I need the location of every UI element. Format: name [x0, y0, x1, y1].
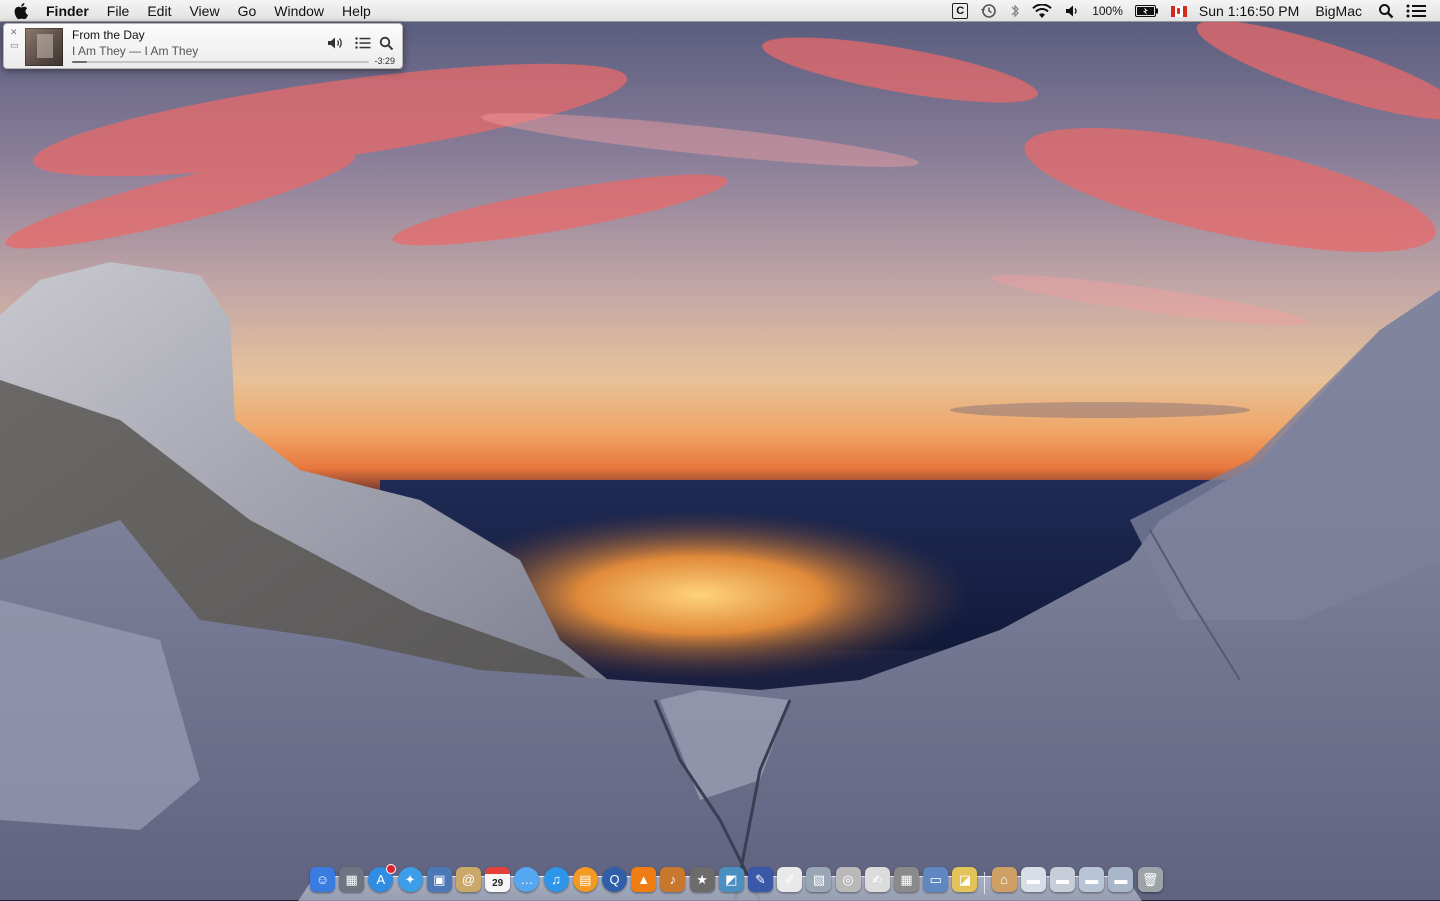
system-info-icon[interactable]: ▭ [923, 867, 949, 892]
volume-button[interactable] [327, 35, 345, 51]
imovie-icon[interactable]: ★ [689, 867, 715, 892]
progress-bar[interactable] [72, 61, 369, 63]
desktop-wallpaper [0, 0, 1440, 900]
c-app-icon: C [952, 3, 969, 19]
c-app-menu-extra[interactable]: C [946, 0, 974, 22]
battery-percent[interactable]: 100% [1086, 0, 1129, 22]
instruments-icon[interactable]: ✎ [748, 867, 773, 892]
menu-help[interactable]: Help [333, 0, 380, 22]
utilities-stack-icon[interactable]: ▬ [1108, 867, 1134, 892]
safari-icon[interactable]: ✦ [397, 867, 423, 892]
dvd-player-icon[interactable]: ◎ [835, 867, 861, 892]
app-store-icon[interactable]: A [368, 864, 397, 892]
progress-fill [72, 61, 87, 63]
menu-go[interactable]: Go [229, 0, 266, 22]
contacts-icon[interactable]: @ [456, 867, 481, 892]
bluetooth-icon[interactable] [1004, 0, 1026, 22]
itunes-icon[interactable]: ♫ [543, 867, 569, 892]
finder-icon[interactable]: ☺ [310, 867, 335, 892]
menu-clock[interactable]: Sun 1:16:50 PM [1193, 0, 1305, 22]
downloads-stack-icon[interactable]: ▬ [1050, 867, 1075, 892]
menu-edit[interactable]: Edit [138, 0, 180, 22]
textedit-icon[interactable]: ✐ [777, 867, 803, 892]
menu-window[interactable]: Window [265, 0, 333, 22]
search-icon [379, 36, 393, 50]
script-editor-icon[interactable]: ✍ [864, 867, 890, 892]
photo-viewer-icon[interactable]: ▧ [806, 867, 832, 892]
menu-view[interactable]: View [180, 0, 228, 22]
garageband-icon[interactable]: ♪ [660, 867, 686, 892]
volume-icon[interactable] [1058, 0, 1086, 22]
applications-stack-icon[interactable]: ▬ [1079, 867, 1105, 892]
home-folder-icon[interactable]: ⌂ [991, 867, 1017, 892]
documents-stack-icon[interactable]: ▬ [1020, 867, 1046, 892]
vlc-icon[interactable]: ▲ [631, 867, 657, 892]
user-menu[interactable]: BigMac [1305, 0, 1372, 22]
apple-menu-icon[interactable] [0, 0, 42, 22]
ibooks-icon[interactable]: ▤ [572, 867, 598, 892]
itunes-mini-player: ✕ ▭ From the Day I Am They — I Am They -… [3, 23, 403, 69]
time-machine-icon[interactable] [974, 0, 1004, 22]
up-next-button[interactable] [354, 35, 372, 51]
notification-badge [386, 864, 397, 874]
speaker-icon [328, 37, 342, 49]
quicktime-icon[interactable]: Q [602, 867, 627, 892]
menu-finder[interactable]: Finder [42, 0, 98, 22]
grapher-icon[interactable]: ◪ [952, 867, 978, 892]
preview-icon[interactable]: ▣ [426, 867, 452, 892]
album-artwork[interactable] [25, 28, 63, 66]
notification-center-icon[interactable] [1400, 0, 1440, 22]
menu-bar: Finder File Edit View Go Window Help C 1… [0, 0, 1440, 22]
wifi-icon[interactable] [1026, 0, 1058, 22]
battery-icon[interactable] [1129, 0, 1165, 22]
messages-icon[interactable]: … [514, 867, 540, 892]
menu-file[interactable]: File [98, 0, 139, 22]
dock: ☺ ▦ A ✦ ▣ @29… ♫ ▤ Q ▲ ♪ ★ ◩ ✎ ✐ ▧ ◎ ✍ ▦ ▭ ◪ ⌂ ▬ ▬ ▬ ▬ 🗑 [298, 864, 1163, 901]
expand-player-icon[interactable]: ▭ [10, 41, 19, 50]
canadian-flag-input-icon[interactable] [1165, 0, 1193, 22]
close-icon[interactable]: ✕ [10, 28, 18, 37]
song-title: From the Day [72, 28, 145, 42]
spotlight-icon[interactable] [1372, 0, 1400, 22]
calendar-icon[interactable]: 29 [485, 867, 511, 892]
dock-separator [983, 872, 985, 894]
calendar-day: 29 [492, 877, 504, 889]
list-icon [355, 37, 371, 49]
remaining-time: -3:29 [374, 56, 395, 66]
dock-icons: ☺ ▦ A ✦ ▣ @29… ♫ ▤ Q ▲ ♪ ★ ◩ ✎ ✐ ▧ ◎ ✍ ▦ ▭ ◪ ⌂ ▬ ▬ ▬ ▬ 🗑 [298, 864, 1163, 896]
search-button[interactable] [377, 35, 395, 51]
artist-album: I Am They — I Am They [72, 44, 199, 58]
calculator-icon[interactable]: ▦ [894, 867, 919, 892]
mission-control-icon[interactable]: ▦ [339, 867, 365, 892]
iphoto-icon[interactable]: ◩ [718, 867, 744, 892]
trash-icon[interactable]: 🗑 [1137, 867, 1163, 892]
